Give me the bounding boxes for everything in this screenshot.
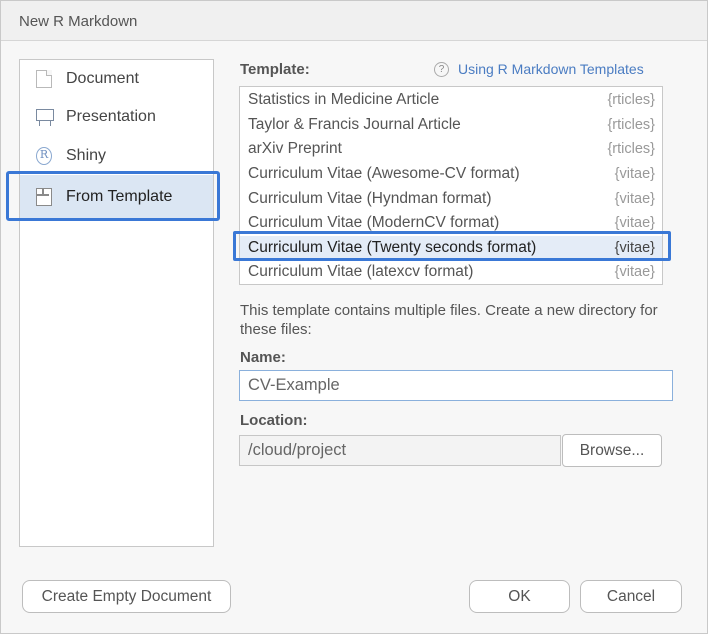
create-empty-document-button[interactable]: Create Empty Document <box>22 580 231 613</box>
selection-highlight <box>6 171 220 221</box>
sidebar-item-document[interactable]: Document <box>20 60 213 98</box>
format-sidebar: Document Presentation R Shiny From Templ… <box>19 59 214 547</box>
list-item[interactable]: Curriculum Vitae (Awesome-CV format) {vi… <box>240 162 662 187</box>
list-item[interactable]: Curriculum Vitae (latexcv format) {vitae… <box>240 260 662 284</box>
name-input[interactable]: CV-Example <box>239 370 673 401</box>
help-link[interactable]: ? Using R Markdown Templates <box>434 61 644 77</box>
cancel-button[interactable]: Cancel <box>580 580 682 613</box>
new-rmarkdown-dialog: New R Markdown Document Presentation R S… <box>0 0 708 634</box>
shiny-icon: R <box>36 147 52 165</box>
sidebar-item-label: Document <box>66 70 139 87</box>
name-label: Name: <box>240 349 286 366</box>
sidebar-item-presentation[interactable]: Presentation <box>20 98 213 136</box>
template-description: This template contains multiple files. C… <box>240 302 658 338</box>
selection-highlight <box>233 231 671 261</box>
ok-button[interactable]: OK <box>469 580 570 613</box>
list-item[interactable]: arXiv Preprint {rticles} <box>240 137 662 162</box>
presentation-icon <box>36 108 54 126</box>
sidebar-item-shiny[interactable]: R Shiny <box>20 137 213 175</box>
list-item[interactable]: Taylor & Francis Journal Article {rticle… <box>240 113 662 138</box>
list-item[interactable]: Statistics in Medicine Article {rticles} <box>240 88 662 113</box>
dialog-title: New R Markdown <box>1 1 707 41</box>
help-link-text[interactable]: Using R Markdown Templates <box>458 61 644 77</box>
sidebar-item-label: Presentation <box>66 108 156 125</box>
location-label: Location: <box>240 412 308 429</box>
document-icon <box>36 70 52 88</box>
sidebar-item-label: Shiny <box>66 147 107 164</box>
browse-button[interactable]: Browse... <box>562 434 662 467</box>
template-label: Template: <box>240 61 310 78</box>
list-item[interactable]: Curriculum Vitae (Hyndman format) {vitae… <box>240 186 662 211</box>
help-icon: ? <box>434 61 449 77</box>
location-field: /cloud/project <box>239 435 561 466</box>
